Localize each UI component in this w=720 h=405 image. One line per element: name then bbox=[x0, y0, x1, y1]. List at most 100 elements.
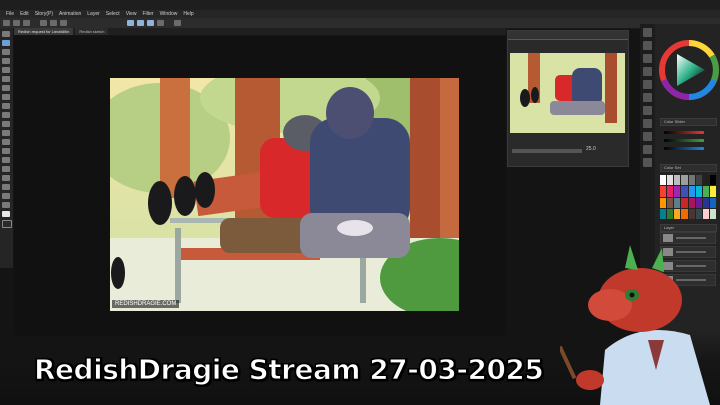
move-tool-icon[interactable] bbox=[2, 49, 10, 55]
tab-sketch[interactable]: Redish sketch bbox=[75, 28, 109, 35]
brush-settings-icon[interactable] bbox=[157, 20, 164, 26]
snap-ruler-icon[interactable] bbox=[127, 20, 134, 26]
palette-swatch[interactable] bbox=[660, 175, 667, 186]
redo-icon[interactable] bbox=[50, 20, 57, 26]
palette-swatch[interactable] bbox=[688, 197, 695, 208]
sub-color-icon[interactable] bbox=[2, 220, 12, 228]
palette-swatch[interactable] bbox=[674, 208, 681, 219]
text-tool-icon[interactable] bbox=[2, 184, 10, 190]
menu-story[interactable]: Story(P) bbox=[35, 10, 53, 18]
menu-animation[interactable]: Animation bbox=[59, 10, 81, 18]
eraser-tool-icon[interactable] bbox=[2, 130, 10, 136]
sub-view-tab-icon[interactable] bbox=[643, 158, 652, 167]
palette-swatch[interactable] bbox=[660, 186, 667, 197]
menu-filter[interactable]: Filter bbox=[142, 10, 153, 18]
approximate-color-tab-icon[interactable] bbox=[643, 80, 652, 89]
palette-swatch[interactable] bbox=[674, 197, 681, 208]
pen-tool-icon[interactable] bbox=[2, 85, 10, 91]
palette-swatch[interactable] bbox=[709, 197, 716, 208]
menu-view[interactable]: View bbox=[126, 10, 137, 18]
blue-slider[interactable] bbox=[664, 147, 704, 150]
palette-swatch[interactable] bbox=[688, 186, 695, 197]
palette-swatch[interactable] bbox=[674, 175, 681, 186]
history-tab-icon[interactable] bbox=[643, 93, 652, 102]
gradient-tool-icon[interactable] bbox=[2, 157, 10, 163]
palette-swatch[interactable] bbox=[681, 186, 688, 197]
tool-palette bbox=[0, 28, 13, 268]
palette-swatch[interactable] bbox=[688, 208, 695, 219]
decoration-tool-icon[interactable] bbox=[2, 121, 10, 127]
snap-special-ruler-icon[interactable] bbox=[137, 20, 144, 26]
palette-swatch[interactable] bbox=[702, 175, 709, 186]
palette-swatch[interactable] bbox=[674, 186, 681, 197]
new-file-icon[interactable] bbox=[3, 20, 10, 26]
menu-layer[interactable]: Layer bbox=[87, 10, 100, 18]
layer-property-tab-icon[interactable] bbox=[643, 106, 652, 115]
navigator-header bbox=[508, 31, 628, 40]
material-tab-icon[interactable] bbox=[643, 145, 652, 154]
navigator-thumbnail[interactable] bbox=[510, 53, 625, 161]
palette-swatch[interactable] bbox=[695, 175, 702, 186]
palette-swatch[interactable] bbox=[709, 208, 716, 219]
palette-swatch[interactable] bbox=[667, 208, 674, 219]
palette-swatch[interactable] bbox=[695, 208, 702, 219]
menu-file[interactable]: File bbox=[6, 10, 14, 18]
artwork-canvas[interactable]: REDISHDRAGIE.COM bbox=[110, 78, 459, 311]
color-wheel-tab-icon[interactable] bbox=[643, 28, 652, 37]
pencil-tool-icon[interactable] bbox=[2, 94, 10, 100]
palette-swatch[interactable] bbox=[702, 186, 709, 197]
palette-swatch[interactable] bbox=[702, 197, 709, 208]
palette-swatch[interactable] bbox=[695, 197, 702, 208]
frame-tool-icon[interactable] bbox=[2, 175, 10, 181]
palette-swatch[interactable] bbox=[681, 208, 688, 219]
menu-window[interactable]: Window bbox=[160, 10, 178, 18]
clear-icon[interactable] bbox=[60, 20, 67, 26]
save-icon[interactable] bbox=[23, 20, 30, 26]
palette-swatch[interactable] bbox=[688, 175, 695, 186]
layer-tab-icon[interactable] bbox=[643, 119, 652, 128]
fill-tool-icon[interactable] bbox=[2, 148, 10, 154]
palette-swatch[interactable] bbox=[702, 208, 709, 219]
menu-select[interactable]: Select bbox=[106, 10, 120, 18]
brush-tool-icon[interactable] bbox=[2, 103, 10, 109]
lasso-tool-icon[interactable] bbox=[2, 67, 10, 73]
palette-swatch[interactable] bbox=[667, 175, 674, 186]
search-layer-tab-icon[interactable] bbox=[643, 132, 652, 141]
hand-tool-icon[interactable] bbox=[2, 40, 10, 46]
selection-tool-icon[interactable] bbox=[2, 58, 10, 64]
palette-swatch[interactable] bbox=[660, 208, 667, 219]
blend-tool-icon[interactable] bbox=[2, 139, 10, 145]
intermediate-color-tab-icon[interactable] bbox=[643, 67, 652, 76]
palette-swatch[interactable] bbox=[709, 175, 716, 186]
menu-help[interactable]: Help bbox=[183, 10, 193, 18]
menu-edit[interactable]: Edit bbox=[20, 10, 29, 18]
palette-swatch[interactable] bbox=[695, 186, 702, 197]
palette-swatch[interactable] bbox=[681, 197, 688, 208]
color-wheel[interactable] bbox=[659, 40, 719, 100]
eyedropper-icon[interactable] bbox=[174, 20, 181, 26]
green-slider[interactable] bbox=[664, 139, 704, 142]
correct-line-tool-icon[interactable] bbox=[2, 202, 10, 208]
color-slider-tab-icon[interactable] bbox=[643, 41, 652, 50]
artwork-illustration bbox=[110, 78, 459, 311]
color-set-tab-icon[interactable] bbox=[643, 54, 652, 63]
palette-swatch[interactable] bbox=[667, 186, 674, 197]
eyedropper-tool-icon[interactable] bbox=[2, 76, 10, 82]
palette-swatch[interactable] bbox=[709, 186, 716, 197]
airbrush-tool-icon[interactable] bbox=[2, 112, 10, 118]
tab-request[interactable]: Redish request for Lieutkilltin bbox=[14, 28, 74, 35]
balloon-tool-icon[interactable] bbox=[2, 193, 10, 199]
undo-icon[interactable] bbox=[40, 20, 47, 26]
palette-swatch[interactable] bbox=[681, 175, 688, 186]
main-color-icon[interactable] bbox=[2, 211, 10, 217]
navigator-zoom-slider[interactable] bbox=[512, 149, 582, 153]
open-file-icon[interactable] bbox=[13, 20, 20, 26]
navigator-zoom-value: 25.0 bbox=[586, 146, 596, 152]
figure-tool-icon[interactable] bbox=[2, 166, 10, 172]
color-set-palette bbox=[660, 175, 716, 219]
palette-swatch[interactable] bbox=[667, 197, 674, 208]
palette-swatch[interactable] bbox=[660, 197, 667, 208]
zoom-tool-icon[interactable] bbox=[2, 31, 10, 37]
red-slider[interactable] bbox=[664, 131, 704, 134]
snap-grid-icon[interactable] bbox=[147, 20, 154, 26]
